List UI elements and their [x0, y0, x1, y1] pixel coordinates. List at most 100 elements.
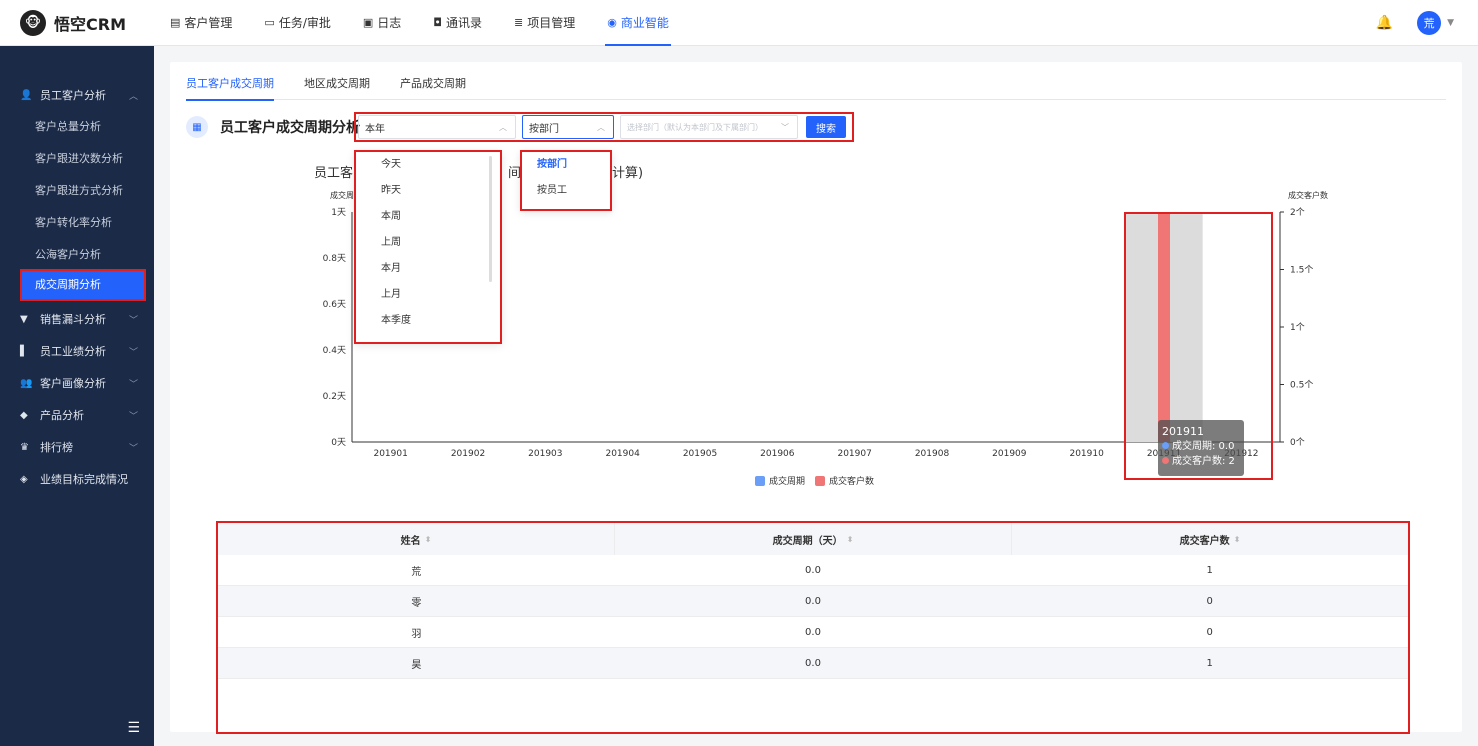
app-logo[interactable]: 🐵 悟空CRM [0, 9, 154, 36]
col-name-header[interactable]: 姓名 ⬍ [218, 523, 615, 555]
department-placeholder: 选择部门（默认为本部门及下属部门） [627, 122, 763, 132]
nav-label: 任务/审批 [278, 16, 331, 30]
nav-label: 客户管理 [184, 16, 233, 30]
page-title: 员工客户成交周期分析 [220, 120, 360, 136]
sidebar-item-deal-cycle[interactable]: 成交周期分析 [20, 269, 146, 301]
department-select[interactable]: 选择部门（默认为本部门及下属部门） ﹀ [620, 115, 798, 139]
cell: 1 [1206, 657, 1213, 669]
bar-chart-icon: ▌ [20, 345, 28, 357]
sidebar-item-conversion[interactable]: 客户转化率分析 [0, 207, 154, 239]
table-row[interactable]: 昊 0.0 1 [218, 648, 1408, 679]
funnel-icon: ▼ [20, 313, 28, 325]
period-option[interactable]: 本月 [356, 256, 500, 282]
cell: 荒 [411, 566, 422, 578]
period-option[interactable]: 上周 [356, 230, 500, 256]
nav-contacts[interactable]: ◘ 通讯录 [417, 0, 498, 46]
legend-label[interactable]: 成交周期 [769, 474, 805, 487]
tab-region-cycle[interactable]: 地区成交周期 [304, 74, 370, 100]
table-row[interactable]: 荒 0.0 1 [218, 555, 1408, 586]
sidebar-group-portrait[interactable]: 👥 客户画像分析 ﹀ [0, 367, 154, 399]
sidebar-collapse-icon[interactable]: ☰ [127, 720, 140, 736]
nav-label: 日志 [377, 16, 402, 30]
chevron-down-icon: ﹀ [128, 379, 138, 390]
legend-swatch [755, 475, 765, 486]
sidebar-item-pool[interactable]: 公海客户分析 [0, 239, 154, 271]
sort-icon[interactable]: ⬍ [847, 535, 854, 544]
analysis-icon: ▦ [186, 116, 208, 138]
mode-option[interactable]: 按部门 [522, 152, 610, 178]
main-nav: ▤ 客户管理 ▭ 任务/审批 ▣ 日志 ◘ 通讯录 ≣ 项目管理 ◉ 商业智能 [154, 0, 685, 46]
sidebar-group-funnel[interactable]: ▼ 销售漏斗分析 ﹀ [0, 303, 154, 335]
nav-customer[interactable]: ▤ 客户管理 [154, 0, 248, 46]
nav-log[interactable]: ▣ 日志 [347, 0, 417, 46]
sort-icon[interactable]: ⬍ [425, 535, 432, 544]
cell: 0.0 [805, 564, 821, 576]
period-option[interactable]: 昨天 [356, 178, 500, 204]
period-option[interactable]: 本周 [356, 204, 500, 230]
x-tick-label: 201901 [373, 449, 407, 459]
tooltip-line: 成交周期: 0.0 [1162, 439, 1240, 454]
tab-product-cycle[interactable]: 产品成交周期 [400, 74, 466, 100]
sidebar-group-employee-customer[interactable]: 👤 员工客户分析 ︿ [0, 79, 154, 111]
x-tick-label: 201905 [683, 449, 717, 459]
chart-tooltip: 201911 成交周期: 0.0 成交客户数: 2 [1158, 420, 1244, 476]
cell: 昊 [411, 659, 422, 671]
period-dropdown: 今天 昨天 本周 上周 本月 上月 本季度 [354, 150, 502, 344]
nav-project[interactable]: ≣ 项目管理 [498, 0, 591, 46]
col-count-header[interactable]: 成交客户数 ⬍ [1012, 523, 1408, 555]
monkey-logo-icon: 🐵 [20, 9, 46, 36]
avatar[interactable]: 荒 [1417, 10, 1442, 35]
x-tick-label: 201907 [837, 449, 871, 459]
sidebar-group-product[interactable]: ◆ 产品分析 ﹀ [0, 399, 154, 431]
y-left-tick-label: 0.8天 [323, 254, 346, 264]
period-option[interactable]: 上月 [356, 282, 500, 308]
legend-label[interactable]: 成交客户数 [829, 474, 874, 487]
contacts-icon: ◘ [433, 16, 442, 29]
tab-bar: 员工客户成交周期 地区成交周期 产品成交周期 [186, 74, 1446, 101]
cell: 0.0 [805, 626, 821, 638]
trophy-icon: ♛ [20, 441, 29, 453]
sort-icon[interactable]: ⬍ [1234, 535, 1241, 544]
y-left-tick-label: 0天 [331, 438, 346, 448]
sidebar-item-followup-count[interactable]: 客户跟进次数分析 [0, 143, 154, 175]
header-label: 成交周期（天） [772, 535, 843, 547]
sidebar-group-target[interactable]: ◈ 业绩目标完成情况 [0, 463, 154, 495]
period-option[interactable]: 本季度 [356, 308, 500, 334]
bell-icon[interactable]: 🔔 [1376, 15, 1393, 31]
briefcase-icon: ▭ [264, 16, 275, 29]
mode-select[interactable]: 按部门 ︿ [522, 115, 614, 139]
cell: 0 [1206, 626, 1213, 638]
mode-option[interactable]: 按员工 [522, 178, 610, 204]
users-icon: 👥 [20, 377, 33, 389]
y-right-tick-label: 0个 [1290, 437, 1305, 448]
x-tick-label: 201909 [992, 449, 1027, 459]
sidebar-group-ranking[interactable]: ♛ 排行榜 ﹀ [0, 431, 154, 463]
sidebar-item-followup-type[interactable]: 客户跟进方式分析 [0, 175, 154, 207]
col-cycle-header[interactable]: 成交周期（天） ⬍ [615, 523, 1012, 555]
dropdown-scrollbar[interactable] [489, 156, 492, 282]
period-value: 本年 [365, 123, 385, 135]
page-title-bar: ▦ 员工客户成交周期分析 [186, 116, 360, 138]
sidebar-group-label: 客户画像分析 [40, 377, 106, 390]
data-table: 姓名 ⬍ 成交周期（天） ⬍ 成交客户数 ⬍ 荒 0.0 1 零 0.0 0 羽 0.0 0 昊 0… [216, 521, 1410, 734]
x-tick-label: 201902 [451, 449, 485, 459]
sidebar-item-total[interactable]: 客户总量分析 [0, 111, 154, 143]
period-option[interactable]: 今天 [356, 152, 500, 178]
person-icon: 👤 [20, 89, 33, 101]
series-dot [1162, 457, 1169, 464]
chevron-up-icon: ︿ [128, 91, 138, 102]
y-right-tick-label: 2个 [1290, 207, 1305, 218]
table-row[interactable]: 羽 0.0 0 [218, 617, 1408, 648]
table-header: 姓名 ⬍ 成交周期（天） ⬍ 成交客户数 ⬍ [218, 523, 1408, 555]
table-row[interactable]: 零 0.0 0 [218, 586, 1408, 617]
project-icon: ≣ [514, 16, 524, 29]
period-select[interactable]: 本年 ︿ [358, 115, 516, 139]
x-tick-label: 201908 [915, 449, 950, 459]
nav-bi[interactable]: ◉ 商业智能 [591, 0, 685, 46]
chevron-down-icon[interactable]: ▼ [1447, 18, 1454, 28]
tab-employee-cycle[interactable]: 员工客户成交周期 [186, 74, 274, 101]
sidebar-group-performance[interactable]: ▌ 员工业绩分析 ﹀ [0, 335, 154, 367]
search-button[interactable]: 搜索 [806, 116, 846, 138]
nav-task[interactable]: ▭ 任务/审批 [248, 0, 346, 46]
top-bar: 🐵 悟空CRM ▤ 客户管理 ▭ 任务/审批 ▣ 日志 ◘ 通讯录 ≣ 项目管理 ◉ 商业智… [0, 0, 1478, 46]
